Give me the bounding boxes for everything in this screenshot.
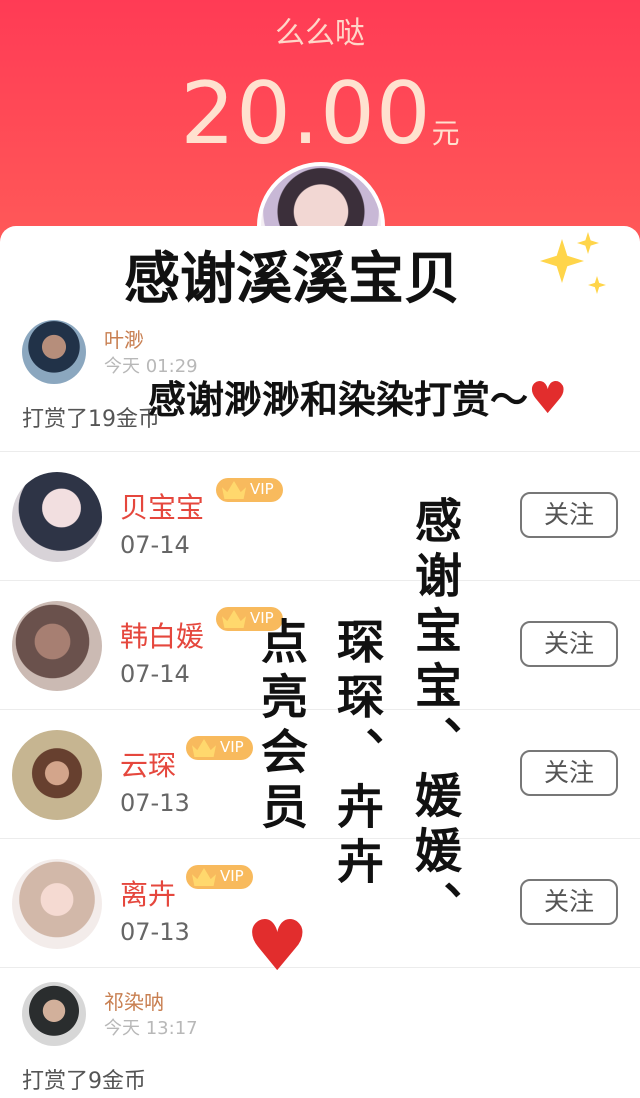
overlay-thanks-line: 感谢渺渺和染染打赏～♥: [148, 369, 567, 424]
sparkle-shape: [540, 239, 584, 283]
sparkle-shape: [577, 232, 599, 254]
vip-badge: VIP: [186, 865, 253, 889]
member-name[interactable]: 贝宝宝: [120, 486, 204, 526]
crown-icon: [192, 739, 216, 757]
vip-label: VIP: [250, 480, 274, 498]
follow-button[interactable]: 关注: [520, 750, 618, 796]
member-date: 07-14: [120, 531, 190, 559]
avatar[interactable]: [12, 859, 102, 949]
crown-icon: [222, 481, 246, 499]
supporter-name[interactable]: 叶渺: [104, 324, 144, 353]
avatar[interactable]: [22, 320, 86, 384]
reward-time: 今天 13:17: [104, 1018, 198, 1039]
member-date: 07-13: [120, 789, 190, 817]
vip-badge: VIP: [186, 736, 253, 760]
amount-unit: 元: [431, 117, 460, 150]
header-title: 么么哒: [275, 16, 365, 51]
crown-icon: [222, 610, 246, 628]
follow-button[interactable]: 关注: [520, 621, 618, 667]
list-item-member: 贝宝宝 VIP 07-14 关注: [0, 452, 640, 581]
list-item-member: 韩白媛 VIP 07-14 关注: [0, 581, 640, 710]
follow-button[interactable]: 关注: [520, 492, 618, 538]
list-item-reward: 祁染呐 今天 13:17 打赏了9金币: [0, 968, 640, 1098]
sparkles-icon: [522, 232, 606, 294]
avatar[interactable]: [22, 982, 86, 1046]
sparkle-shape: [588, 276, 606, 294]
vip-label: VIP: [220, 738, 244, 756]
avatar[interactable]: [12, 472, 102, 562]
follow-button[interactable]: 关注: [520, 879, 618, 925]
overlay-vertical-thanks: 感谢宝宝、媛媛、: [406, 496, 461, 936]
member-name[interactable]: 云琛: [120, 744, 176, 784]
reward-action: 打赏了9金币: [22, 1069, 146, 1094]
vip-label: VIP: [220, 867, 244, 885]
list-item-member: 离卉 VIP 07-13 关注: [0, 839, 640, 968]
supporter-name[interactable]: 祁染呐: [104, 986, 164, 1015]
amount-value: 20.00: [180, 64, 432, 164]
reward-amount: 20.00元: [0, 64, 640, 164]
heart-icon: ♥: [528, 373, 568, 424]
member-date: 07-13: [120, 918, 190, 946]
crown-icon: [192, 868, 216, 886]
heart-icon: ♥: [246, 905, 309, 987]
overlay-thanks-title: 感谢溪溪宝贝: [124, 247, 460, 312]
vip-badge: VIP: [216, 478, 283, 502]
avatar[interactable]: [12, 730, 102, 820]
member-name[interactable]: 韩白媛: [120, 615, 204, 655]
member-name[interactable]: 离卉: [120, 873, 176, 913]
overlay-vertical-names: 琛琛、卉卉: [328, 617, 383, 892]
list-item-member: 云琛 VIP 07-13 关注: [0, 710, 640, 839]
overlay-line-text: 感谢渺渺和染染打赏～: [148, 378, 529, 422]
supporter-list: 叶渺 今天 01:29 打赏了19金币 贝宝宝 VIP 07-14 关注 韩白媛…: [0, 306, 640, 1098]
avatar[interactable]: [12, 601, 102, 691]
supporter-card: 叶渺 今天 01:29 打赏了19金币 贝宝宝 VIP 07-14 关注 韩白媛…: [0, 226, 640, 1098]
member-date: 07-14: [120, 660, 190, 688]
reward-action: 打赏了19金币: [22, 407, 160, 432]
overlay-vertical-member: 点亮会员: [252, 617, 307, 837]
